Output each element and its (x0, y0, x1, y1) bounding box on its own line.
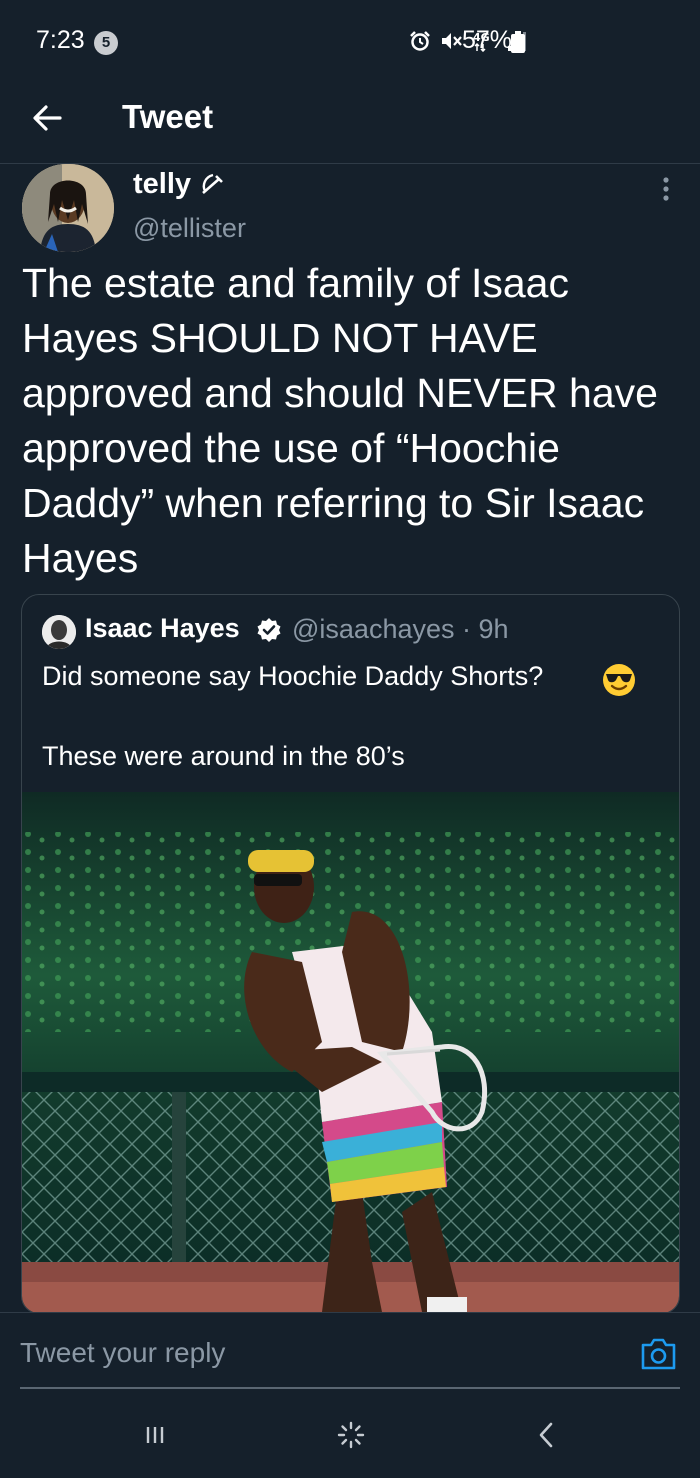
quoted-tweet-card[interactable]: Isaac Hayes @isaachayes · 9h Did someone… (21, 594, 680, 1314)
status-bar: 7:23 5 4G 57% (0, 0, 700, 84)
alarm-icon (410, 31, 430, 51)
quoted-author-name: Isaac Hayes (85, 613, 240, 643)
more-options-icon[interactable] (656, 176, 676, 204)
author-name[interactable]: telly (133, 168, 225, 201)
tweet-header: Tweet (0, 84, 700, 164)
reply-input-underline (20, 1387, 680, 1389)
verified-badge-icon (257, 618, 281, 642)
system-navigation-bar (0, 1390, 700, 1478)
camera-icon[interactable] (640, 1337, 677, 1371)
status-time: 7:23 (36, 26, 85, 54)
tweet-text: The estate and family of Isaac Hayes SHO… (22, 260, 658, 581)
recent-apps-icon[interactable] (140, 1422, 170, 1448)
tennis-player-photo[interactable] (22, 792, 680, 1314)
quoted-author-avatar (42, 615, 76, 649)
hammer-sickle-icon (202, 173, 224, 194)
reply-input[interactable]: Tweet your reply (20, 1337, 225, 1369)
home-icon[interactable] (336, 1420, 366, 1450)
battery-icon (511, 31, 525, 53)
author-handle[interactable]: @tellister (133, 213, 246, 244)
mute-icon (442, 33, 462, 49)
quoted-text-line2: These were around in the 80’s (42, 741, 405, 771)
battery-percentage: 57% (462, 26, 513, 54)
quoted-handle-time: @isaachayes · 9h (292, 614, 509, 644)
author-avatar[interactable] (22, 164, 114, 252)
notification-count-badge: 5 (94, 31, 118, 55)
back-arrow-icon[interactable] (30, 100, 66, 136)
page-title: Tweet (122, 98, 214, 135)
quoted-text-line1: Did someone say Hoochie Daddy Shorts? (42, 661, 544, 691)
system-back-icon[interactable] (532, 1420, 562, 1450)
reply-bar: Tweet your reply (0, 1312, 700, 1389)
author-name-text: telly (133, 168, 192, 200)
sunglasses-emoji-icon (603, 664, 635, 696)
